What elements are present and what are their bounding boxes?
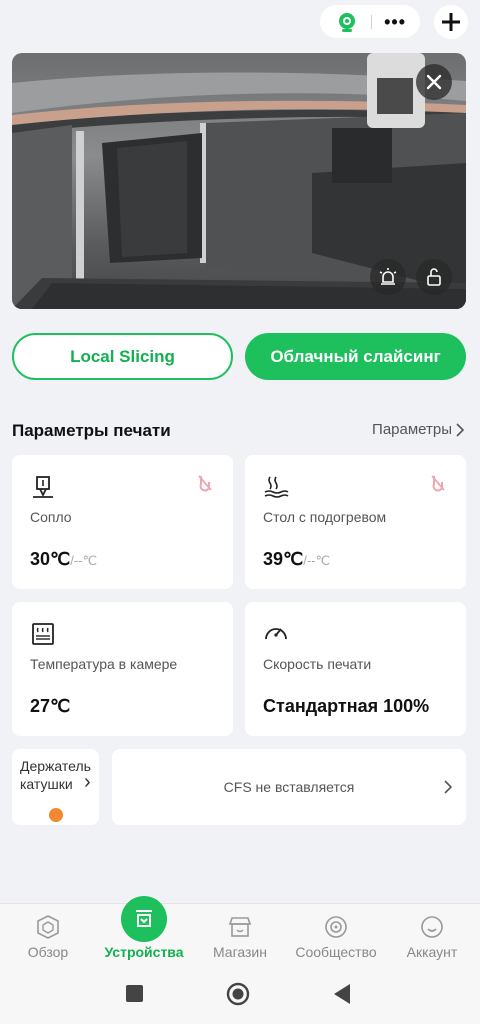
heat-off-icon[interactable] [197, 474, 213, 492]
params-link-label: Параметры [372, 421, 452, 438]
more-icon[interactable]: ••• [384, 13, 406, 31]
devices-icon [121, 896, 167, 942]
nav-community[interactable]: Сообщество [288, 904, 384, 974]
chamber-temp-card[interactable]: Температура в камере 27℃ [12, 602, 233, 736]
back-button[interactable] [332, 983, 352, 1005]
speedometer-icon [265, 628, 287, 640]
store-icon [228, 917, 252, 937]
camera-close-button[interactable] [416, 64, 452, 100]
nav-community-label: Сообщество [295, 944, 377, 960]
overview-icon [37, 915, 59, 939]
cloud-slicing-button[interactable]: Облачный слайсинг [245, 333, 466, 380]
top-pill: ••• [320, 5, 420, 38]
heated-bed-temp: 39℃/--℃ [263, 549, 330, 570]
close-icon [426, 74, 442, 90]
nozzle-temp: 30℃/--℃ [30, 549, 97, 570]
nav-devices-label: Устройства [104, 944, 184, 960]
cfs-status-label: CFS не вставляется [223, 779, 355, 795]
spool-chevron-icon: › [84, 771, 91, 793]
print-params-title: Параметры печати [12, 421, 171, 440]
print-speed-value: Стандартная 100% [263, 696, 430, 716]
nozzle-temp-value: 30℃ [30, 549, 71, 569]
recent-apps-button[interactable] [126, 985, 143, 1002]
chamber-icon [32, 623, 54, 645]
chamber-temp-value: 27℃ [30, 696, 71, 716]
heated-bed-label: Стол с подогревом [263, 509, 387, 525]
nozzle-label: Сопло [30, 509, 72, 525]
webcam-icon[interactable] [336, 11, 358, 33]
home-button[interactable] [226, 982, 250, 1006]
camera-lock-button[interactable] [416, 259, 452, 295]
print-speed-label: Скорость печати [263, 656, 372, 672]
heated-bed-card[interactable]: Стол с подогревом 39℃/--℃ [245, 455, 466, 589]
spool-color-indicator [49, 808, 63, 822]
local-slicing-button[interactable]: Local Slicing [12, 333, 233, 380]
nozzle-icon [33, 476, 53, 498]
add-device-button[interactable] [434, 5, 468, 39]
nav-store[interactable]: Магазин [192, 904, 288, 974]
pill-divider [370, 14, 372, 29]
heated-bed-temp-value: 39℃ [263, 549, 304, 569]
nav-store-label: Магазин [212, 944, 267, 960]
nav-overview-label: Обзор [27, 944, 69, 960]
spool-holder-card[interactable]: Держатель катушки › [12, 749, 99, 825]
heated-bed-temp-target: /--℃ [303, 553, 331, 568]
nav-account-label: Аккаунт [406, 944, 458, 960]
lock-icon [427, 268, 441, 286]
chevron-right-icon [444, 780, 452, 794]
nozzle-card[interactable]: Сопло 30℃/--℃ [12, 455, 233, 589]
nozzle-temp-target: /--℃ [70, 553, 98, 568]
light-icon [379, 268, 397, 285]
spool-holder-label: Держатель катушки [20, 758, 91, 792]
camera-feed[interactable] [12, 53, 466, 309]
camera-light-button[interactable] [370, 259, 406, 295]
cfs-card[interactable]: CFS не вставляется [112, 749, 466, 825]
nav-overview[interactable]: Обзор [0, 904, 96, 974]
heat-off-icon[interactable] [430, 474, 446, 492]
nav-account[interactable]: Аккаунт [384, 904, 480, 974]
account-icon [421, 916, 443, 938]
params-link[interactable]: Параметры [372, 421, 464, 438]
chevron-right-icon [456, 422, 464, 437]
nav-devices[interactable]: Устройства [96, 896, 192, 974]
plus-icon [442, 13, 460, 31]
system-navigation-bar [0, 970, 480, 1024]
chamber-temp-label: Температура в камере [30, 656, 178, 672]
heated-bed-icon [264, 476, 289, 498]
print-speed-card[interactable]: Скорость печати Стандартная 100% [245, 602, 466, 736]
community-icon [325, 916, 347, 938]
